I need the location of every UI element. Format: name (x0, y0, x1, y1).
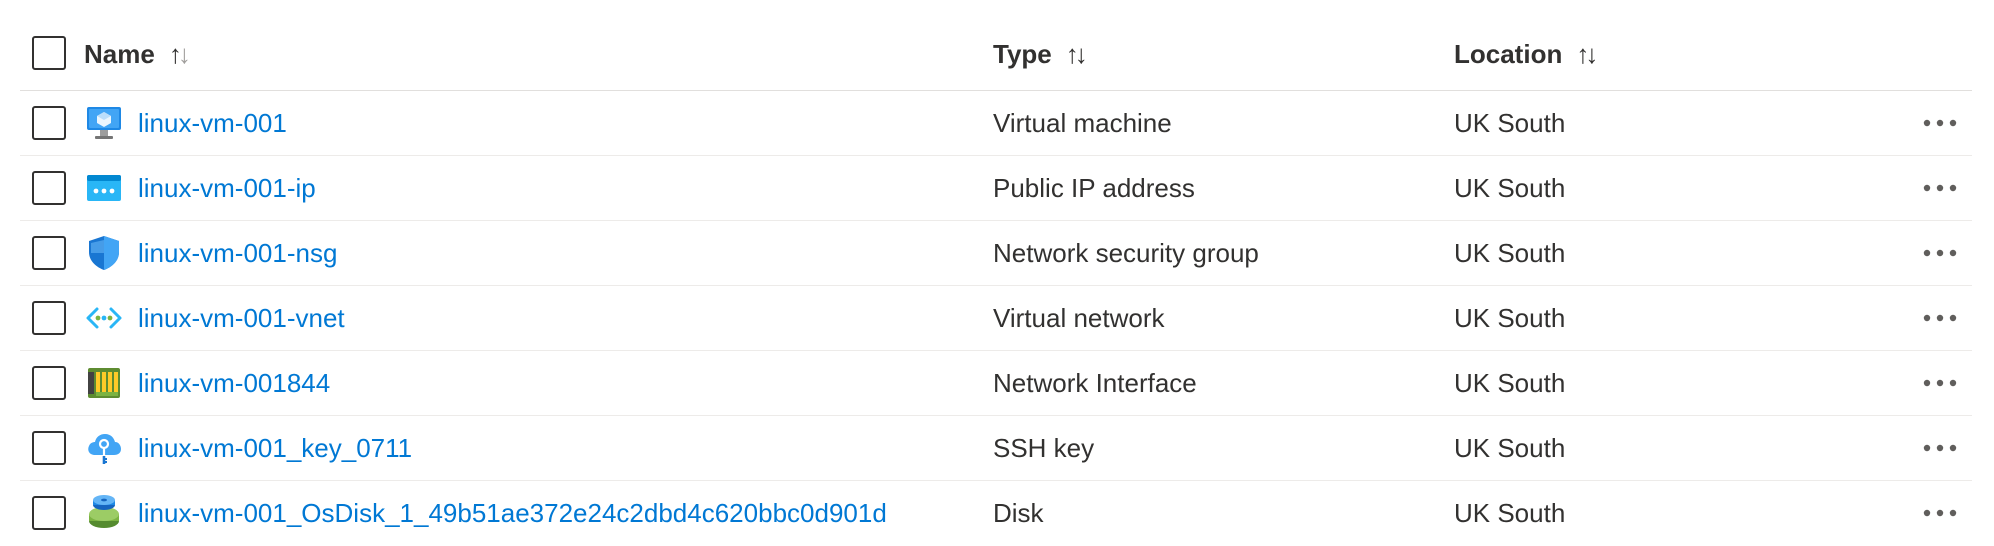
sort-type-icon[interactable]: ↑↓ (1066, 39, 1088, 70)
resource-name-link[interactable]: linux-vm-001_OsDisk_1_49b51ae372e24c2dbd… (138, 498, 887, 529)
row-checkbox[interactable] (32, 106, 66, 140)
row-checkbox[interactable] (32, 431, 66, 465)
resource-grid: Name ↑↓ Type ↑↓ Location ↑↓ linux-vm-001… (20, 18, 1972, 545)
table-row[interactable]: linux-vm-001 Virtual machine UK South (20, 91, 1972, 156)
resource-type: Public IP address (993, 172, 1195, 203)
more-actions-icon[interactable] (1918, 238, 1962, 268)
resource-name-link[interactable]: linux-vm-001 (138, 108, 287, 139)
resource-type: Virtual network (993, 302, 1165, 333)
resource-location: UK South (1454, 107, 1566, 138)
resource-type: SSH key (993, 432, 1095, 463)
column-header-location[interactable]: Location ↑↓ (1454, 38, 1598, 70)
resource-location: UK South (1454, 497, 1566, 528)
table-row[interactable]: linux-vm-001844 Network Interface UK Sou… (20, 351, 1972, 416)
row-checkbox[interactable] (32, 301, 66, 335)
more-actions-icon[interactable] (1918, 303, 1962, 333)
table-row[interactable]: linux-vm-001-ip Public IP address UK Sou… (20, 156, 1972, 221)
more-actions-icon[interactable] (1918, 433, 1962, 463)
select-all-checkbox[interactable] (32, 36, 66, 70)
resource-name-link[interactable]: linux-vm-001-vnet (138, 303, 345, 334)
ssh-key-icon (84, 428, 124, 468)
table-row[interactable]: linux-vm-001-nsg Network security group … (20, 221, 1972, 286)
resource-type: Virtual machine (993, 107, 1172, 138)
row-checkbox[interactable] (32, 366, 66, 400)
disk-icon (84, 493, 124, 533)
resource-name-link[interactable]: linux-vm-001-nsg (138, 238, 337, 269)
more-actions-icon[interactable] (1918, 173, 1962, 203)
table-row[interactable]: linux-vm-001_OsDisk_1_49b51ae372e24c2dbd… (20, 481, 1972, 545)
row-checkbox[interactable] (32, 236, 66, 270)
more-actions-icon[interactable] (1918, 108, 1962, 138)
virtual-machine-icon (84, 103, 124, 143)
column-header-type[interactable]: Type ↑↓ (993, 38, 1088, 70)
resource-type: Disk (993, 497, 1044, 528)
column-header-name-label: Name (84, 38, 155, 69)
resource-location: UK South (1454, 172, 1566, 203)
sort-name-icon[interactable]: ↑↓ (169, 39, 191, 70)
grid-header: Name ↑↓ Type ↑↓ Location ↑↓ (20, 18, 1972, 91)
resource-name-link[interactable]: linux-vm-001844 (138, 368, 330, 399)
resource-name-link[interactable]: linux-vm-001-ip (138, 173, 316, 204)
network-interface-icon (84, 363, 124, 403)
resource-location: UK South (1454, 367, 1566, 398)
virtual-network-icon (84, 298, 124, 338)
table-row[interactable]: linux-vm-001-vnet Virtual network UK Sou… (20, 286, 1972, 351)
resource-location: UK South (1454, 432, 1566, 463)
row-checkbox[interactable] (32, 496, 66, 530)
column-header-location-label: Location (1454, 38, 1563, 69)
resource-type: Network Interface (993, 367, 1197, 398)
row-checkbox[interactable] (32, 171, 66, 205)
resource-type: Network security group (993, 237, 1259, 268)
column-header-name[interactable]: Name ↑↓ (84, 38, 191, 70)
sort-location-icon[interactable]: ↑↓ (1576, 39, 1598, 70)
shield-icon (84, 233, 124, 273)
public-ip-icon (84, 168, 124, 208)
table-row[interactable]: linux-vm-001_key_0711 SSH key UK South (20, 416, 1972, 481)
more-actions-icon[interactable] (1918, 498, 1962, 528)
resource-location: UK South (1454, 302, 1566, 333)
resource-name-link[interactable]: linux-vm-001_key_0711 (138, 433, 412, 464)
resource-location: UK South (1454, 237, 1566, 268)
column-header-type-label: Type (993, 38, 1052, 69)
more-actions-icon[interactable] (1918, 368, 1962, 398)
